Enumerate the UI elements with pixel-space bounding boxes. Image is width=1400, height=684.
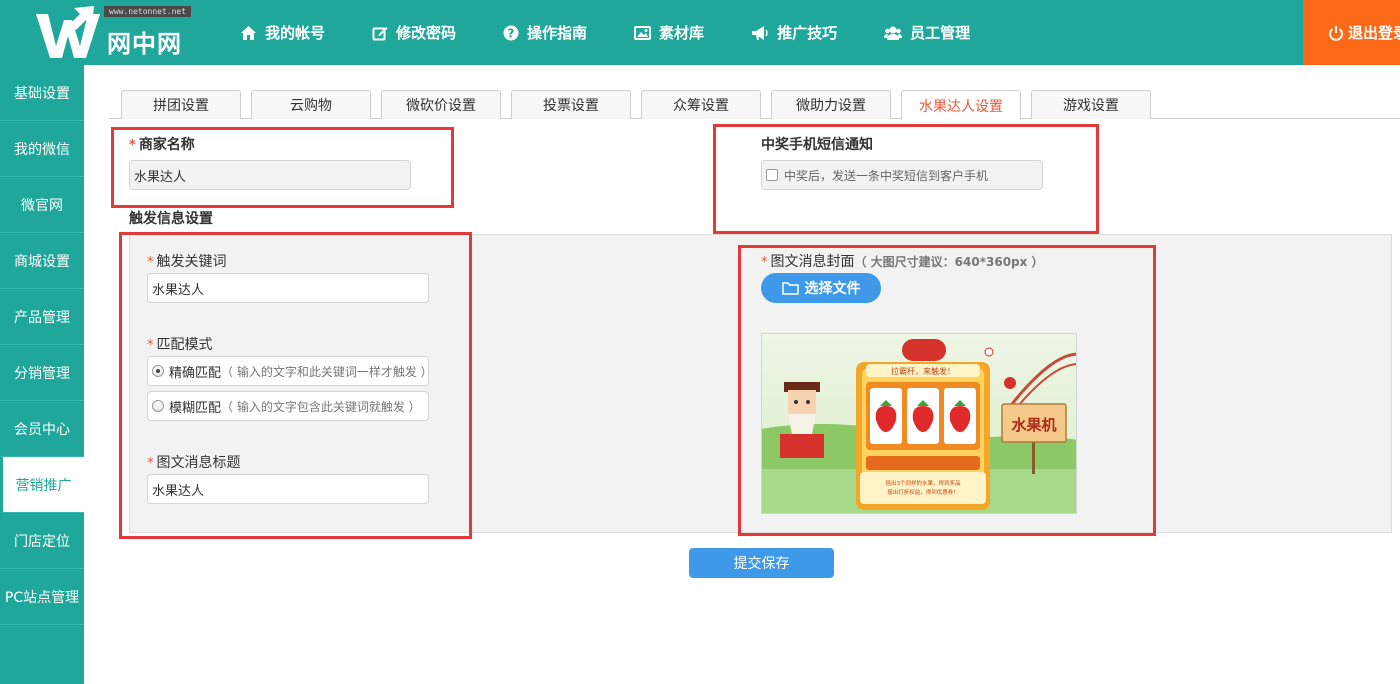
preview-footer-line2: 摇出打折权益，得到优惠券！ <box>887 488 959 496</box>
folder-icon <box>781 282 799 295</box>
match-fuzzy-radio[interactable] <box>152 400 164 412</box>
sms-notify-checkbox-row[interactable]: 中奖后，发送一条中奖短信到客户手机 <box>761 160 1043 190</box>
nav-label: 操作指南 <box>527 24 588 42</box>
keyword-input[interactable]: 水果达人 <box>147 273 429 303</box>
required-mark: * <box>147 456 154 471</box>
match-mode-label-text: 匹配模式 <box>156 337 213 353</box>
nav-label: 我的帐号 <box>265 24 326 42</box>
sidebar: 基础设置 我的微信 微官网 商城设置 产品管理 分销管理 会员中心 营销推广 门… <box>0 65 84 684</box>
logout-button[interactable]: 退出登录 <box>1303 0 1400 65</box>
preview-footer-line1: 摇出3个同样的水果，得到奖品 <box>885 479 961 487</box>
cover-hint: （ 大图尺寸建议：640*360px ） <box>854 255 1044 269</box>
choose-file-label: 选择文件 <box>804 281 861 297</box>
nav-my-account[interactable]: 我的帐号 <box>240 0 325 65</box>
edit-icon <box>372 26 388 40</box>
news-title-input[interactable]: 水果达人 <box>147 474 429 504</box>
tab-bar: 拼团设置 云购物 微砍价设置 投票设置 众筹设置 微助力设置 水果达人设置 游戏… <box>109 78 1400 120</box>
submit-save-button[interactable]: 提交保存 <box>689 548 834 578</box>
nav-guide[interactable]: ? 操作指南 <box>503 0 587 65</box>
keyword-label-text: 触发关键词 <box>156 254 227 270</box>
top-header: www.netonnet.net 网中网 我的帐号 修改密码 ? 操作指南 素材… <box>0 0 1400 65</box>
nav-promotion-tips[interactable]: 推广技巧 <box>751 0 837 65</box>
required-mark: * <box>761 255 768 270</box>
sidebar-item-member-center[interactable]: 会员中心 <box>0 401 84 457</box>
tab-game-settings[interactable]: 游戏设置 <box>1031 90 1151 119</box>
match-mode-label: * 匹配模式 <box>147 334 213 354</box>
required-mark: * <box>129 138 136 153</box>
nav-label: 推广技巧 <box>777 24 838 42</box>
preview-banner-text: 拉霸杆，来触发！ <box>891 366 955 376</box>
required-mark: * <box>147 338 154 353</box>
sidebar-item-my-wechat[interactable]: 我的微信 <box>0 121 84 177</box>
merchant-name-input[interactable]: 水果达人 <box>129 160 411 190</box>
trigger-section-title: 触发信息设置 <box>129 211 213 227</box>
svg-text:?: ? <box>508 26 515 40</box>
nav-label: 员工管理 <box>910 24 971 42</box>
tab-micro-assist[interactable]: 微助力设置 <box>771 90 891 119</box>
question-icon: ? <box>503 25 519 40</box>
tab-crowdfunding[interactable]: 众筹设置 <box>641 90 761 119</box>
tab-vote[interactable]: 投票设置 <box>511 90 631 119</box>
sidebar-item-micro-site[interactable]: 微官网 <box>0 177 84 233</box>
preview-sign-text: 水果机 <box>1011 416 1056 434</box>
nav-material-library[interactable]: 素材库 <box>634 0 704 65</box>
home-icon <box>241 25 256 40</box>
cover-label-text: 图文消息封面 <box>770 254 855 270</box>
choose-file-button[interactable]: 选择文件 <box>761 273 881 303</box>
slot-machine-illustration: 拉霸杆，来触发！ 摇出3个同样的水果，得到奖品 摇出打折权益，得到优惠券！ 水果… <box>762 334 1076 513</box>
news-title-label: * 图文消息标题 <box>147 452 241 472</box>
required-mark: * <box>147 255 154 270</box>
sms-notify-label: 中奖手机短信通知 <box>761 137 873 153</box>
sidebar-item-distribution[interactable]: 分销管理 <box>0 345 84 401</box>
tab-group-buy[interactable]: 拼团设置 <box>121 90 241 119</box>
tab-fruit-master[interactable]: 水果达人设置 <box>901 90 1021 120</box>
match-exact-label: 精确匹配 <box>169 365 222 381</box>
match-fuzzy-label: 模糊匹配 <box>169 400 222 416</box>
sms-notify-checkbox[interactable] <box>766 169 778 181</box>
nav-change-password[interactable]: 修改密码 <box>372 0 456 65</box>
logo-text: 网中网 <box>107 30 182 58</box>
power-icon <box>1329 25 1343 41</box>
tab-cloud-shopping[interactable]: 云购物 <box>251 90 371 119</box>
sidebar-item-basic-settings[interactable]: 基础设置 <box>0 65 84 121</box>
logout-label: 退出登录 <box>1348 24 1400 42</box>
merchant-name-label: * 商家名称 <box>129 134 195 154</box>
sidebar-item-product-management[interactable]: 产品管理 <box>0 289 84 345</box>
match-exact-option[interactable]: 精确匹配（ 输入的文字和此关键词一样才触发 ） <box>147 356 433 386</box>
match-fuzzy-option[interactable]: 模糊匹配（ 输入的文字包含此关键词就触发 ） <box>147 391 429 421</box>
sidebar-item-mall-settings[interactable]: 商城设置 <box>0 233 84 289</box>
image-icon <box>634 25 652 40</box>
top-nav: 我的帐号 修改密码 ? 操作指南 素材库 推广技巧 员工管理 <box>240 0 1017 65</box>
sidebar-item-marketing[interactable]: 营销推广 <box>0 457 84 513</box>
sms-notify-checkbox-label: 中奖后，发送一条中奖短信到客户手机 <box>784 168 989 183</box>
news-title-label-text: 图文消息标题 <box>156 455 241 471</box>
nav-label: 素材库 <box>659 24 705 42</box>
nav-staff-management[interactable]: 员工管理 <box>884 0 970 65</box>
tab-bargain[interactable]: 微砍价设置 <box>381 90 501 119</box>
merchant-name-text: 商家名称 <box>138 137 195 153</box>
logo-url: www.netonnet.net <box>104 6 192 17</box>
cover-preview-image: 拉霸杆，来触发！ 摇出3个同样的水果，得到奖品 摇出打折权益，得到优惠券！ 水果… <box>761 333 1077 514</box>
keyword-label: * 触发关键词 <box>147 251 227 271</box>
sidebar-item-pc-site[interactable]: PC站点管理 <box>0 569 84 625</box>
match-exact-hint: （ 输入的文字和此关键词一样才触发 ） <box>221 364 433 379</box>
match-fuzzy-hint: （ 输入的文字包含此关键词就触发 ） <box>221 399 421 414</box>
bullhorn-icon <box>752 25 768 40</box>
match-exact-radio[interactable] <box>152 365 164 377</box>
cover-label: * 图文消息封面（ 大图尺寸建议：640*360px ） <box>761 251 1044 271</box>
users-icon <box>884 26 903 40</box>
sidebar-item-store-location[interactable]: 门店定位 <box>0 513 84 569</box>
nav-label: 修改密码 <box>396 24 457 42</box>
